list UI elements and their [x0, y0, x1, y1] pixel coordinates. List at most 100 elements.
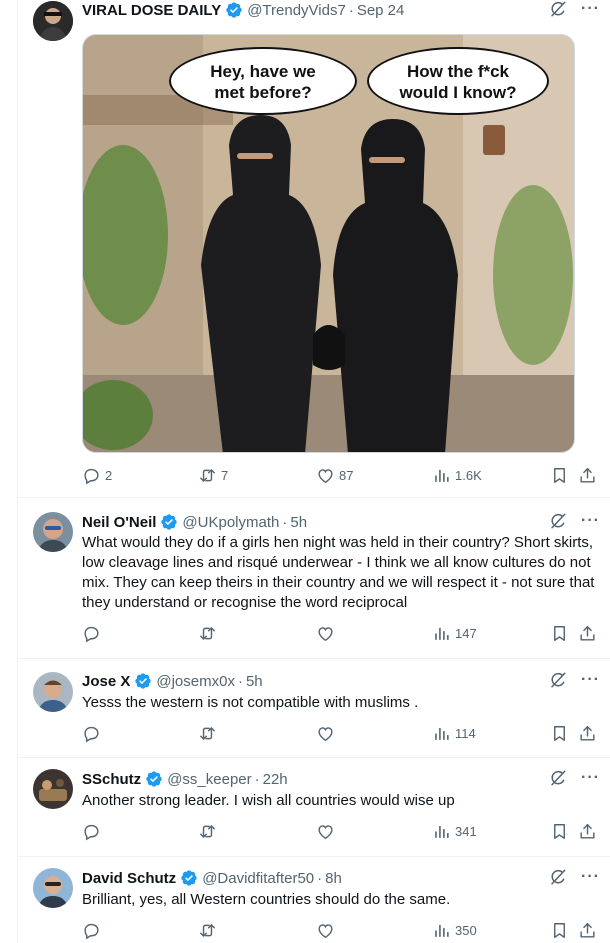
author-name[interactable]: David Schutz	[82, 870, 176, 887]
bookmark-icon	[550, 466, 569, 485]
share-icon	[578, 724, 597, 743]
bookmark-button[interactable]	[550, 921, 569, 940]
reply-tweet[interactable]: Jose X @josemx0x · 5h ··· Yesss the west…	[18, 660, 610, 758]
more-icon[interactable]: ···	[581, 671, 600, 689]
verified-badge-icon	[225, 1, 243, 19]
reply-count: 2	[105, 468, 113, 483]
views-button[interactable]: 350	[432, 921, 477, 940]
like-icon	[316, 624, 335, 643]
author-name[interactable]: SSchutz	[82, 771, 141, 788]
views-button[interactable]: 1.6K	[432, 466, 482, 485]
views-count: 114	[455, 726, 476, 741]
like-icon	[316, 466, 335, 485]
like-icon	[316, 921, 335, 940]
author-handle[interactable]: @TrendyVids7	[247, 2, 346, 19]
avatar[interactable]	[33, 769, 73, 809]
author-name[interactable]: Neil O'Neil	[82, 514, 156, 531]
retweet-icon	[198, 624, 217, 643]
views-button[interactable]: 341	[432, 822, 477, 841]
bookmark-icon	[550, 921, 569, 940]
retweet-button[interactable]	[198, 724, 217, 743]
share-icon	[578, 624, 597, 643]
grok-icon[interactable]	[549, 0, 567, 18]
share-icon	[578, 466, 597, 485]
share-button[interactable]	[578, 921, 597, 940]
avatar-image	[33, 1, 73, 41]
separator-dot: ·	[348, 1, 354, 19]
tweet-top-actions: ···	[549, 868, 600, 886]
more-icon[interactable]: ···	[581, 0, 600, 18]
grok-icon[interactable]	[549, 769, 567, 787]
author-name[interactable]: VIRAL DOSE DAILY	[82, 2, 221, 19]
share-button[interactable]	[578, 624, 597, 643]
more-icon[interactable]: ···	[581, 512, 600, 530]
tweet-timestamp[interactable]: Sep 24	[357, 2, 405, 19]
grok-icon[interactable]	[549, 868, 567, 886]
verified-badge-icon	[134, 672, 152, 690]
author-name[interactable]: Jose X	[82, 673, 130, 690]
bookmark-button[interactable]	[550, 624, 569, 643]
like-button[interactable]	[316, 921, 335, 940]
separator-dot: ·	[254, 770, 260, 788]
author-handle[interactable]: @josemx0x	[156, 673, 235, 690]
like-icon	[316, 822, 335, 841]
tweet-image[interactable]: Hey, have we met before? How the f*ck wo…	[82, 34, 575, 453]
retweet-icon	[198, 724, 217, 743]
tweet-action-bar: 2 7 87 1.6K	[74, 466, 602, 490]
avatar-image	[33, 769, 73, 809]
tweet-top-actions: ···	[549, 671, 600, 689]
views-icon	[432, 624, 451, 643]
avatar[interactable]	[33, 1, 73, 41]
reply-button[interactable]	[82, 724, 101, 743]
more-icon[interactable]: ···	[581, 769, 600, 787]
views-count: 147	[455, 626, 477, 641]
reply-button[interactable]	[82, 822, 101, 841]
avatar[interactable]	[33, 672, 73, 712]
views-icon	[432, 921, 451, 940]
retweet-button[interactable]	[198, 921, 217, 940]
share-button[interactable]	[578, 466, 597, 485]
tweet-text: What would they do if a girls hen night …	[82, 534, 595, 611]
separator-dot: ·	[317, 869, 323, 887]
tweet-header: Neil O'Neil @UKpolymath · 5h	[82, 512, 307, 532]
retweet-icon	[198, 921, 217, 940]
reply-tweet[interactable]: Neil O'Neil @UKpolymath · 5h ··· What wo…	[18, 499, 610, 659]
speech-bubble-left: Hey, have we met before?	[169, 47, 357, 115]
avatar[interactable]	[33, 868, 73, 908]
grok-icon[interactable]	[549, 671, 567, 689]
verified-badge-icon	[145, 770, 163, 788]
reply-button[interactable]: 2	[82, 466, 112, 485]
author-handle[interactable]: @UKpolymath	[182, 514, 279, 531]
more-icon[interactable]: ···	[581, 868, 600, 886]
tweet-timestamp[interactable]: 5h	[290, 514, 307, 531]
author-handle[interactable]: @ss_keeper	[167, 771, 251, 788]
tweet-timestamp[interactable]: 22h	[263, 771, 288, 788]
share-button[interactable]	[578, 724, 597, 743]
bookmark-button[interactable]	[550, 822, 569, 841]
tweet-timestamp[interactable]: 8h	[325, 870, 342, 887]
like-button[interactable]	[316, 822, 335, 841]
reply-button[interactable]	[82, 624, 101, 643]
author-handle[interactable]: @Davidfitafter50	[202, 870, 314, 887]
reply-tweet[interactable]: David Schutz @Davidfitafter50 · 8h ··· B…	[18, 858, 610, 943]
tweet-text: Brilliant, yes, all Western countries sh…	[82, 891, 451, 908]
reply-button[interactable]	[82, 921, 101, 940]
like-button[interactable]	[316, 624, 335, 643]
retweet-button[interactable]: 7	[198, 466, 228, 485]
avatar[interactable]	[33, 512, 73, 552]
views-button[interactable]: 114	[432, 724, 476, 743]
tweet-timestamp[interactable]: 5h	[246, 673, 263, 690]
retweet-button[interactable]	[198, 624, 217, 643]
reply-tweet[interactable]: SSchutz @ss_keeper · 22h ··· Another str…	[18, 759, 610, 857]
share-icon	[578, 921, 597, 940]
bookmark-button[interactable]	[550, 466, 569, 485]
bookmark-button[interactable]	[550, 724, 569, 743]
views-button[interactable]: 147	[432, 624, 477, 643]
like-button[interactable]	[316, 724, 335, 743]
main-tweet[interactable]: VIRAL DOSE DAILY @TrendyVids7 · Sep 24 ·…	[18, 0, 610, 498]
share-button[interactable]	[578, 822, 597, 841]
grok-icon[interactable]	[549, 512, 567, 530]
share-icon	[578, 822, 597, 841]
like-button[interactable]: 87	[316, 466, 353, 485]
retweet-button[interactable]	[198, 822, 217, 841]
